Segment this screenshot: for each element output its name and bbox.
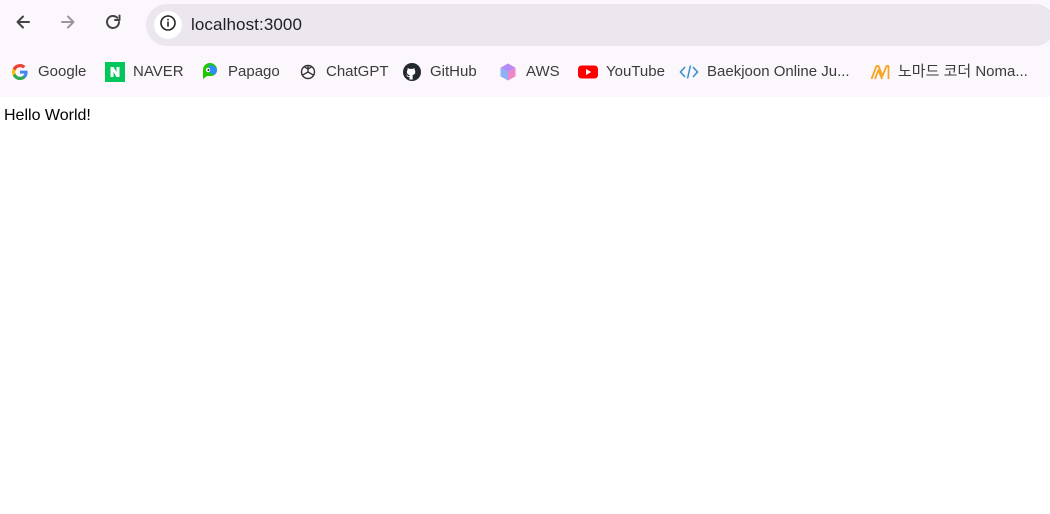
address-bar[interactable]: localhost:3000 (146, 4, 1050, 46)
bookmark-naver[interactable]: NAVER (105, 60, 184, 84)
papago-icon (200, 62, 220, 82)
naver-icon (105, 62, 125, 82)
info-icon (159, 14, 177, 37)
bookmark-aws[interactable]: AWS (498, 60, 560, 84)
bookmark-label: ChatGPT (326, 63, 389, 80)
site-info-button[interactable] (154, 11, 182, 39)
chatgpt-icon (298, 62, 318, 82)
bookmark-label: 노마드 코더 Noma... (898, 63, 1028, 80)
bookmark-baekjoon[interactable]: Baekjoon Online Ju... (679, 60, 850, 84)
arrow-right-icon (58, 12, 78, 37)
bookmark-label: Baekjoon Online Ju... (707, 63, 850, 80)
browser-chrome: localhost:3000 Google NAVER Papago ChatG… (0, 0, 1050, 97)
github-icon (402, 62, 422, 82)
nomad-coders-icon (870, 62, 890, 82)
bookmark-google[interactable]: Google (10, 60, 86, 84)
bookmark-papago[interactable]: Papago (200, 60, 280, 84)
url-text[interactable]: localhost:3000 (191, 15, 302, 35)
reload-icon (103, 12, 123, 37)
bookmark-youtube[interactable]: YouTube (578, 60, 665, 84)
youtube-icon (578, 62, 598, 82)
reload-button[interactable] (98, 9, 128, 39)
bookmark-nomad-coders[interactable]: 노마드 코더 Noma... (870, 60, 1028, 84)
bookmark-chatgpt[interactable]: ChatGPT (298, 60, 389, 84)
aws-icon (498, 62, 518, 82)
hello-world-text: Hello World! (4, 107, 91, 124)
browser-toolbar: localhost:3000 (0, 0, 1050, 50)
bookmark-github[interactable]: GitHub (402, 60, 477, 84)
arrow-left-icon (13, 12, 33, 37)
forward-button[interactable] (53, 9, 83, 39)
page-content: Hello World! (0, 97, 1050, 514)
back-button[interactable] (8, 9, 38, 39)
bookmark-label: Google (38, 63, 87, 80)
google-icon (10, 62, 30, 82)
bookmarks-bar: Google NAVER Papago ChatGPT GitHub AWS Y… (0, 52, 1050, 92)
bookmark-label: GitHub (430, 63, 477, 80)
bookmark-label: AWS (526, 63, 560, 80)
bookmark-label: NAVER (133, 63, 184, 80)
bookmark-label: YouTube (606, 63, 665, 80)
code-icon (679, 62, 699, 82)
bookmark-label: Papago (228, 63, 280, 80)
